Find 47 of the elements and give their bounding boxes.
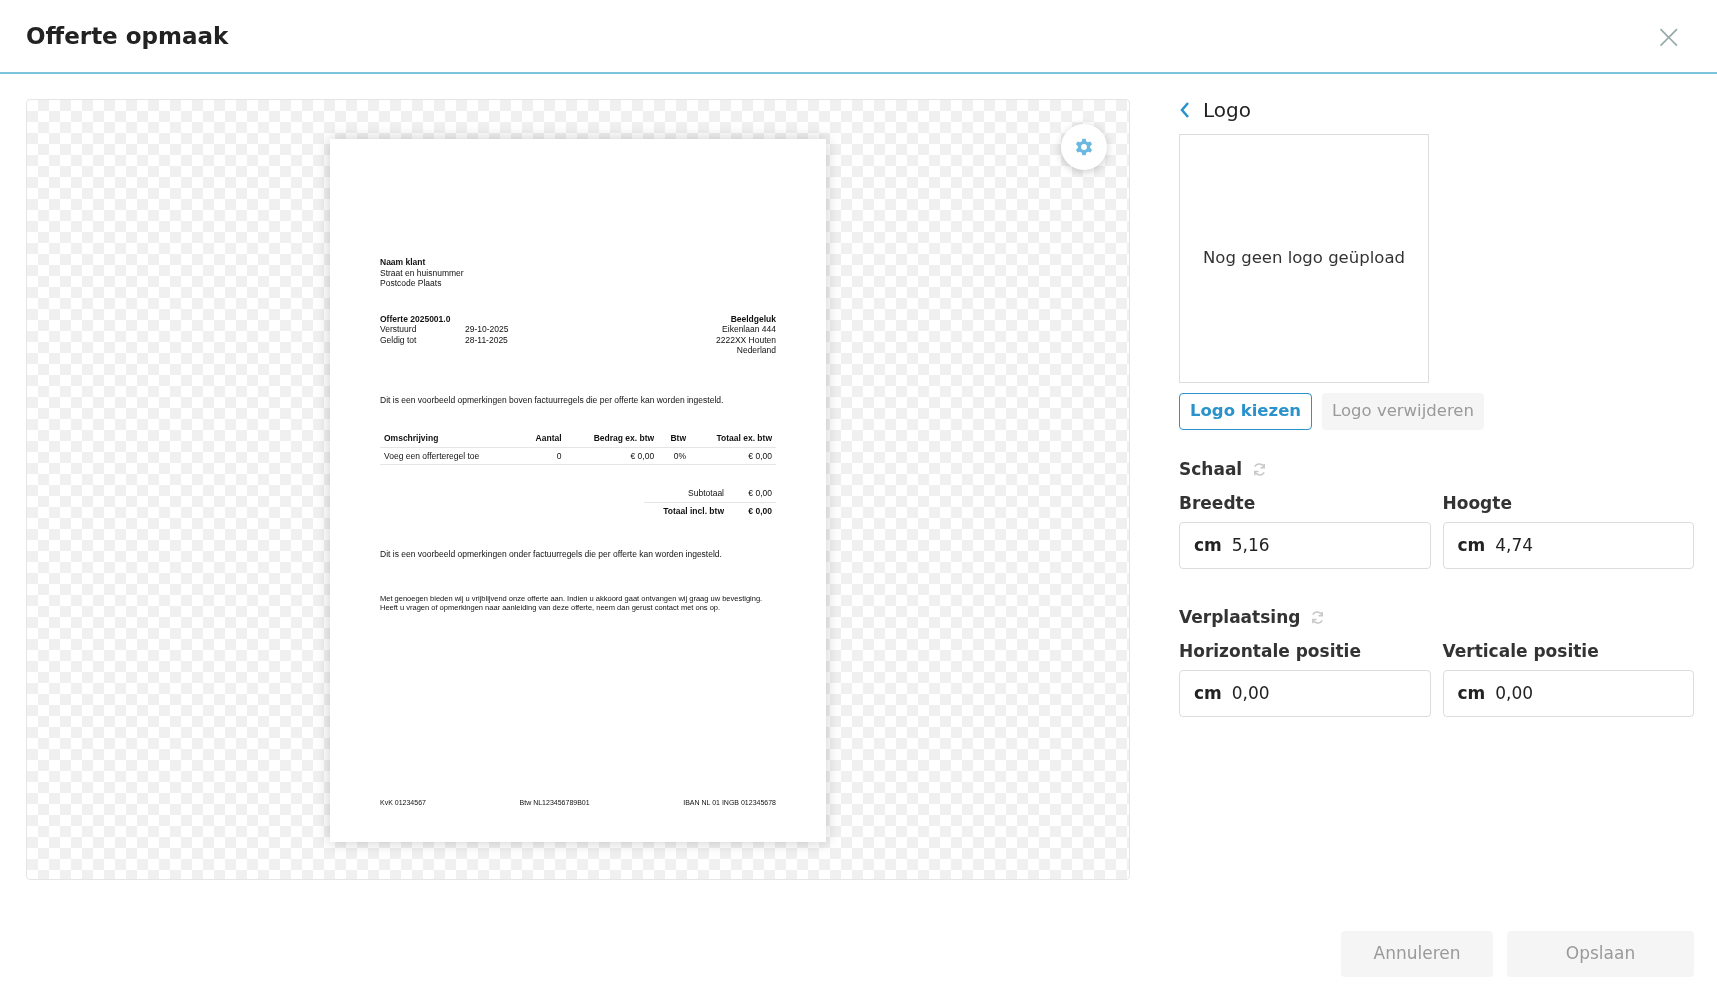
settings-button[interactable] <box>1061 124 1107 170</box>
number-input[interactable]: cm 4,74 <box>1442 522 1694 569</box>
table-cell: 0 <box>519 447 566 465</box>
back-chevron-icon[interactable] <box>1179 101 1191 119</box>
remark-text: Dit is een voorbeeld opmerkingen boven factuurregels die per offerte kan worden ingesteld. <box>380 394 725 405</box>
section-title: Schaal <box>1179 458 1243 481</box>
field-label: Breedte <box>1179 491 1257 515</box>
quote-number: Offerte 2025001.0 <box>380 313 452 324</box>
table-cell: Voeg een offerteregel toe <box>380 447 520 465</box>
section-title: Verplaatsing <box>1179 606 1301 629</box>
client-address-line: Straat en huisnummer <box>380 267 465 278</box>
column-header: Aantal <box>519 430 566 447</box>
field-label: Horizontale positie <box>1179 639 1362 663</box>
total-label: Totaal incl. btw <box>662 505 724 516</box>
field-value: 28-11-2025 <box>465 334 508 345</box>
company-name: Beeldgeluk <box>730 313 776 324</box>
field-label: Verstuurd <box>380 324 418 335</box>
settings-icon <box>1074 137 1094 157</box>
number-input[interactable]: cm 0,00 <box>1442 670 1694 717</box>
reset-icon[interactable] <box>1310 610 1326 626</box>
number-input[interactable]: cm 5,16 <box>1179 522 1431 569</box>
field-label: Hoogte <box>1442 491 1513 515</box>
client-address-line: Postcode Plaats <box>380 278 443 289</box>
client-name: Naam klant <box>380 257 427 268</box>
field-label: Verticale positie <box>1442 639 1600 663</box>
remark-text: Dit is een voorbeeld opmerkingen onder factuurregels die per offerte kan worden ingesteld. <box>380 549 723 560</box>
column-header: Totaal ex. btw <box>690 430 776 447</box>
column-header: Omschrijving <box>380 430 520 447</box>
table-cell: € 0,00 <box>565 447 659 465</box>
company-address-line: Nederland <box>736 345 776 356</box>
total-value: € 0,00 <box>748 505 773 516</box>
dialog-title: Offerte opmaak <box>26 21 229 51</box>
field-value: 29-10-2025 <box>465 324 509 335</box>
total-label: Subtotaal <box>687 488 724 499</box>
column-header: Btw <box>658 430 691 447</box>
table-cell: 0% <box>658 447 691 465</box>
number-input[interactable]: cm 0,00 <box>1179 670 1431 717</box>
reset-icon[interactable] <box>1252 462 1268 478</box>
table-cell: € 0,00 <box>690 447 776 465</box>
total-value: € 0,00 <box>748 488 773 499</box>
empty-logo-message: Nog geen logo geüpload <box>1203 247 1405 270</box>
field-label: Geldig tot <box>380 334 418 345</box>
company-address-line: Eikenlaan 444 <box>722 324 776 335</box>
logo-dropzone[interactable]: Nog geen logo geüpload <box>1179 134 1429 383</box>
panel-title: Logo <box>1203 97 1251 124</box>
company-address-line: 2222XX Houten <box>715 334 776 345</box>
column-header: Bedrag ex. btw <box>565 430 659 447</box>
